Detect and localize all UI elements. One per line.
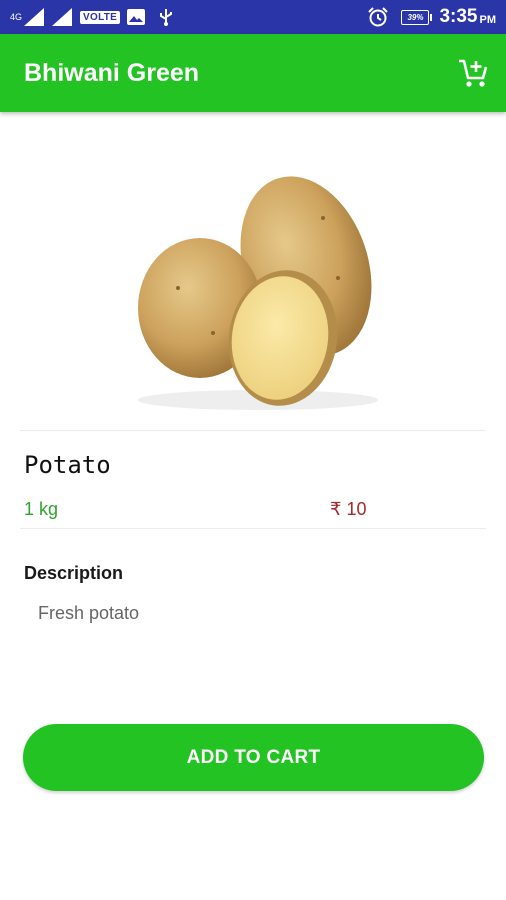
divider xyxy=(20,430,486,431)
image-icon xyxy=(127,9,146,25)
usb-icon xyxy=(160,9,173,26)
battery-icon: 39% xyxy=(401,9,433,25)
app-title: Bhiwani Green xyxy=(24,59,200,87)
potato-image xyxy=(138,176,378,410)
product-quantity: 1 kg xyxy=(24,499,59,519)
description-text: Fresh potato xyxy=(38,603,140,623)
status-bar: 4G VOLTE 39% 3:35 PM xyxy=(0,0,506,34)
signal-icon xyxy=(24,8,45,26)
volte-badge: VOLTE xyxy=(80,10,121,24)
network-type: 4G xyxy=(10,11,23,22)
clock-ampm: PM xyxy=(479,13,497,26)
product-price: ₹ 10 xyxy=(330,499,367,519)
clock-time: 3:35 xyxy=(439,6,478,27)
alarm-icon xyxy=(368,7,389,27)
app-bar: Bhiwani Green xyxy=(0,34,506,112)
status-right: 39% 3:35 PM xyxy=(367,5,496,29)
description-title: Description xyxy=(24,563,124,583)
product-name: Potato xyxy=(24,451,111,479)
add-to-cart-button[interactable]: ADD TO CART xyxy=(23,724,484,791)
status-left: 4G VOLTE xyxy=(10,6,176,28)
add-to-cart-icon[interactable] xyxy=(456,56,490,90)
signal-icon xyxy=(52,8,73,26)
divider xyxy=(20,528,486,529)
